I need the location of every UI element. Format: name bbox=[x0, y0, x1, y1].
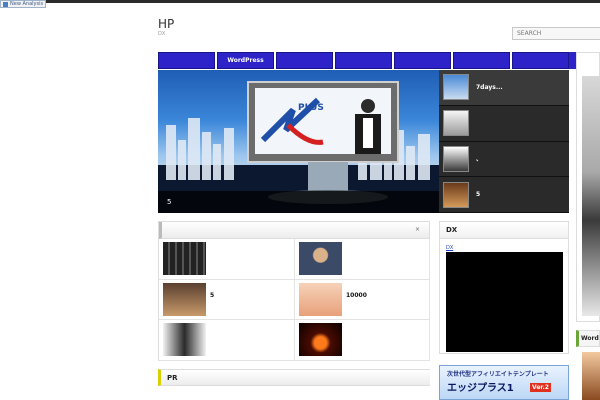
slider-thumb-row[interactable]: 7days... bbox=[439, 70, 569, 106]
analytics-badge[interactable]: New Analysis bbox=[0, 0, 47, 8]
slider-caption: 5 bbox=[158, 191, 439, 213]
list-item[interactable] bbox=[295, 239, 430, 280]
slider-thumb-label: 7days... bbox=[476, 83, 503, 91]
chart-icon bbox=[3, 1, 8, 7]
nav-item-5[interactable] bbox=[394, 52, 451, 69]
item-title: 10000 bbox=[346, 291, 367, 299]
video-embed[interactable] bbox=[446, 252, 563, 352]
list-item[interactable] bbox=[295, 320, 430, 361]
analytics-badge-label: New Analysis bbox=[10, 1, 44, 7]
list-item[interactable] bbox=[159, 239, 295, 280]
svg-text:PLUS: PLUS bbox=[298, 103, 324, 113]
slider-thumbnails: 7days... 、 5 bbox=[439, 70, 569, 213]
search-input[interactable] bbox=[512, 27, 600, 40]
nav-item-1[interactable] bbox=[158, 52, 215, 69]
slider-thumb-label: 、 bbox=[476, 156, 483, 164]
main-nav: WordPress bbox=[158, 52, 569, 69]
banner-line2: エッジプラス1 bbox=[447, 383, 514, 394]
thumb-image bbox=[443, 145, 469, 172]
article-grid-panel: × 5 10000 bbox=[158, 221, 430, 361]
right-sidebar-heading: Word bbox=[576, 330, 600, 347]
list-item[interactable]: 10000 bbox=[295, 279, 430, 320]
list-item[interactable] bbox=[159, 320, 295, 361]
slider-thumb-row[interactable] bbox=[439, 106, 569, 142]
list-item[interactable]: 5 bbox=[159, 279, 295, 320]
sidebar-image[interactable] bbox=[582, 76, 600, 316]
pr-section-header: PR bbox=[158, 369, 430, 386]
thumb-image bbox=[443, 74, 469, 101]
slider-thumb-label: 5 bbox=[476, 191, 481, 199]
nav-item-6[interactable] bbox=[453, 52, 510, 69]
banner-line1: 次世代型アフィリエイトテンプレート bbox=[447, 371, 549, 378]
thumb-image bbox=[443, 181, 469, 208]
dx-widget-title: DX bbox=[440, 222, 568, 239]
thumb-image bbox=[443, 110, 469, 137]
slider-thumb-row[interactable]: 5 bbox=[439, 177, 569, 213]
restaurant-image bbox=[163, 282, 206, 316]
banner-version: Ver.2 bbox=[530, 383, 551, 392]
nav-item-4[interactable] bbox=[335, 52, 392, 69]
dx-widget: DX DX bbox=[439, 221, 569, 354]
sidebar-image-2[interactable] bbox=[582, 352, 600, 400]
nav-item-7[interactable] bbox=[512, 52, 569, 69]
businessman-image bbox=[299, 242, 342, 276]
close-icon[interactable]: × bbox=[415, 226, 420, 233]
nav-item-wordpress[interactable]: WordPress bbox=[217, 52, 274, 69]
keyboard-image bbox=[163, 242, 206, 276]
ad-banner[interactable]: 次世代型アフィリエイトテンプレート エッジプラス1 Ver.2 bbox=[439, 365, 569, 400]
slider-thumb-row[interactable]: 、 bbox=[439, 142, 569, 178]
panel-header: × bbox=[159, 222, 429, 239]
cake-image bbox=[299, 282, 342, 316]
dx-link[interactable]: DX bbox=[446, 245, 453, 251]
top-bar bbox=[0, 0, 600, 3]
nav-item-3[interactable] bbox=[276, 52, 333, 69]
article-grid: 5 10000 bbox=[159, 239, 430, 361]
item-title: 5 bbox=[210, 291, 215, 299]
site-tagline: DX bbox=[158, 31, 166, 37]
featured-slider[interactable]: PLUS 5 bbox=[158, 70, 439, 213]
site-title[interactable]: HP bbox=[158, 17, 174, 31]
couple-image bbox=[163, 323, 206, 357]
fire-image bbox=[299, 323, 342, 357]
